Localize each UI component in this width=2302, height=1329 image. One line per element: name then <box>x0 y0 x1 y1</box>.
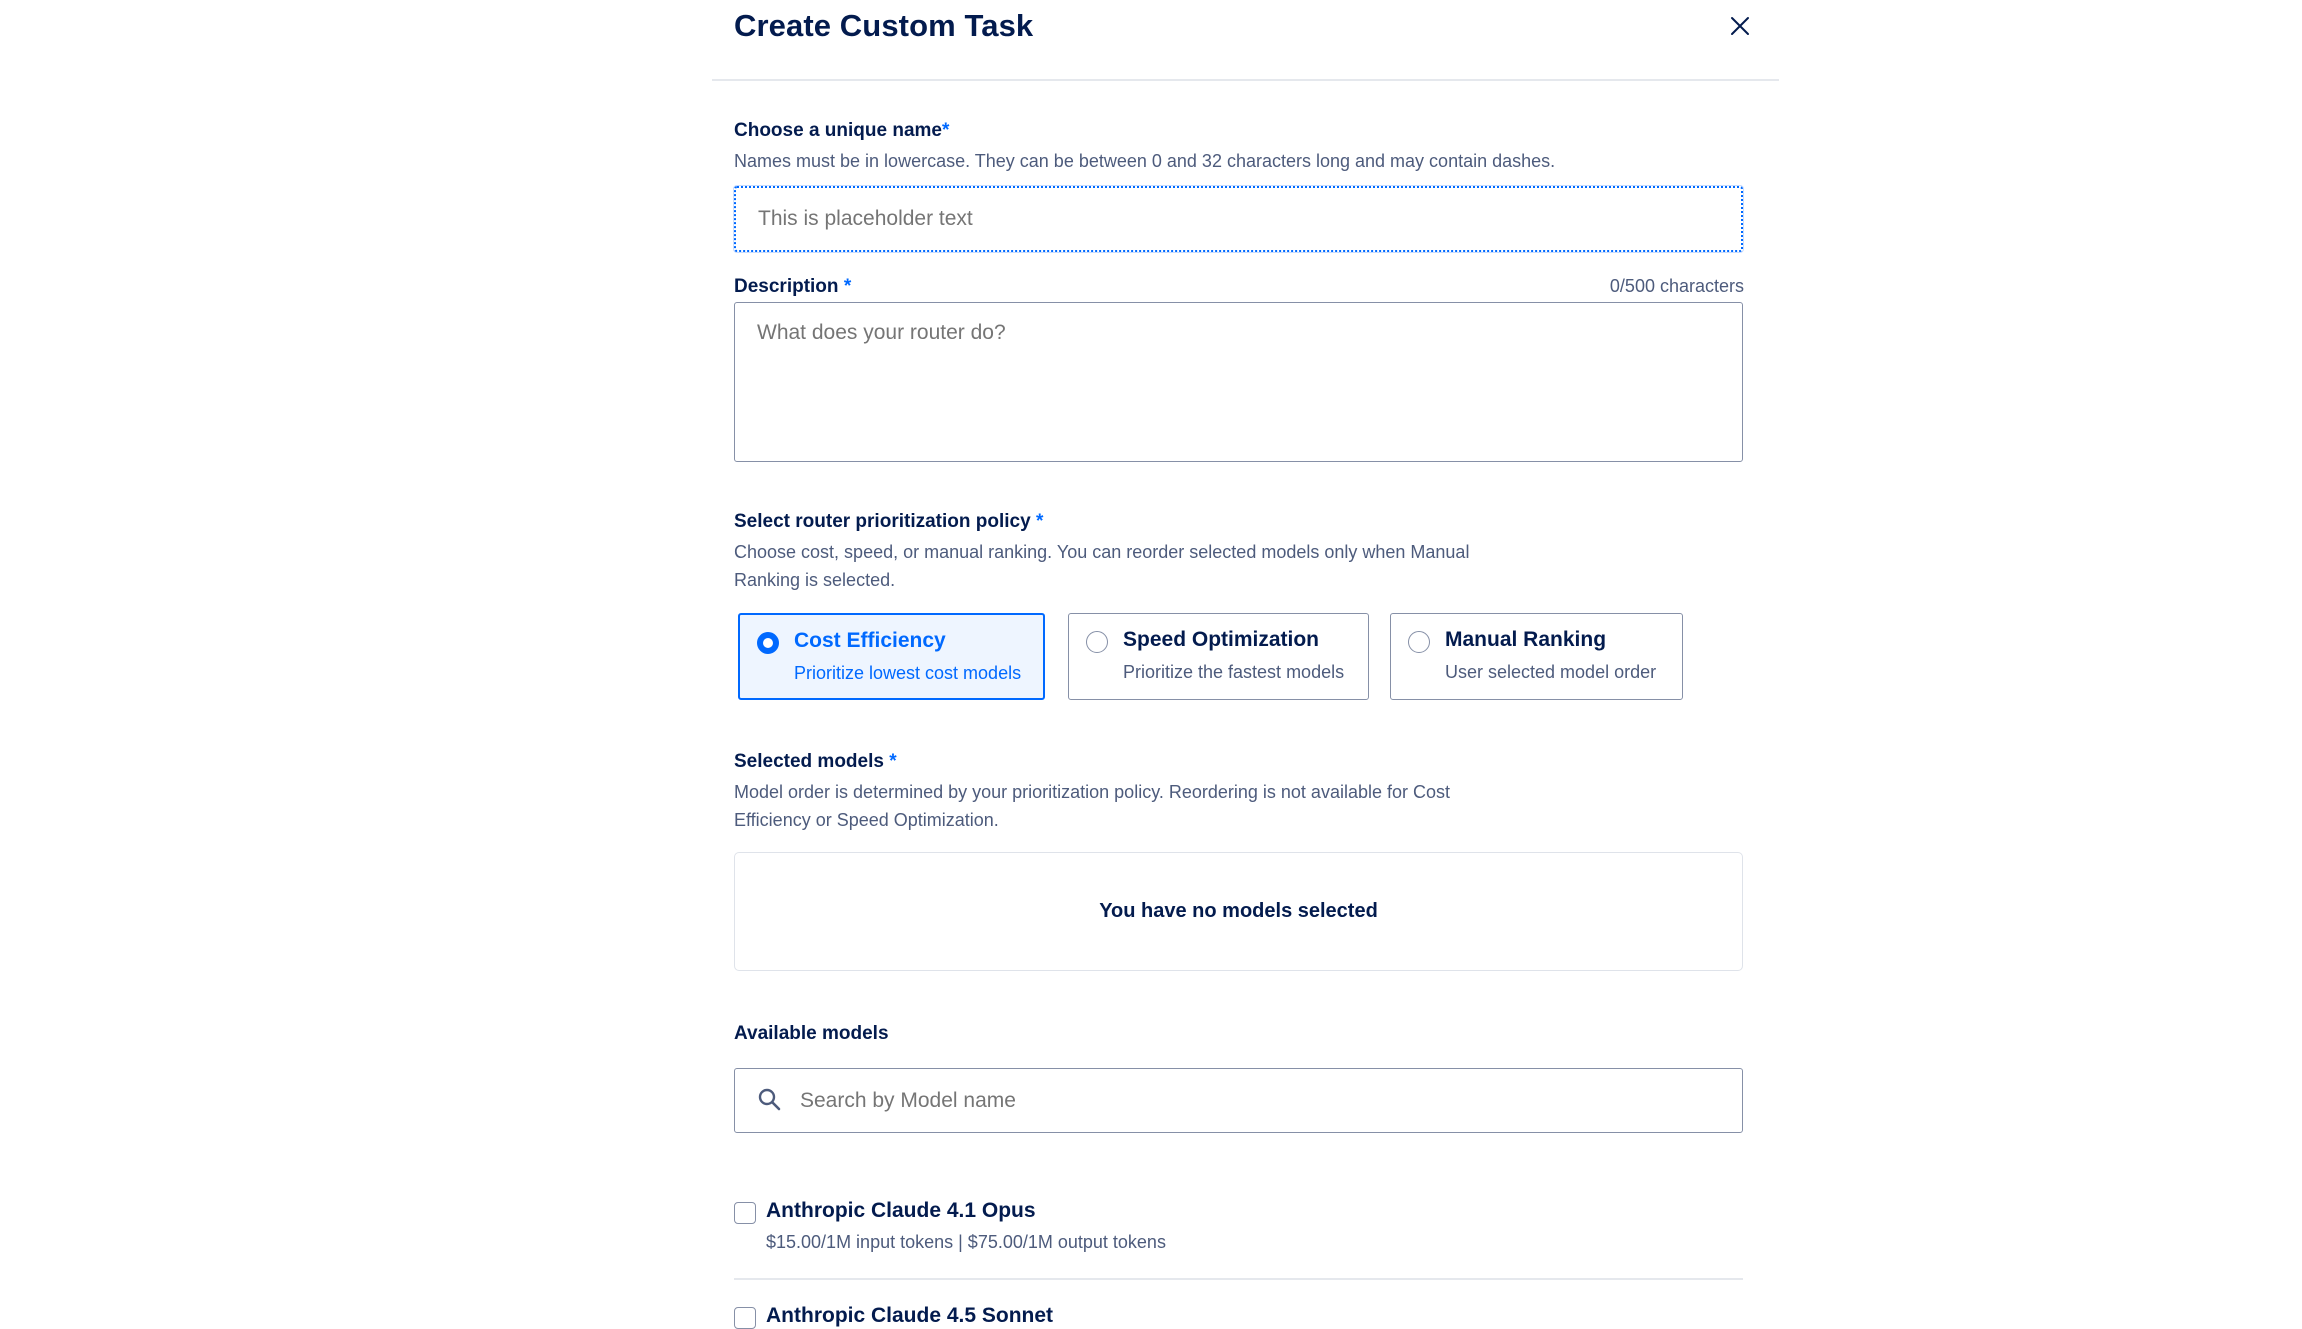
list-divider <box>734 1278 1743 1280</box>
search-icon <box>757 1087 783 1113</box>
policy-option-subtitle: Prioritize lowest cost models <box>794 663 1022 683</box>
model-name: Anthropic Claude 4.5 Sonnet <box>766 1304 1054 1327</box>
available-models-label: Available models <box>734 1023 889 1044</box>
policy-help-line2: Ranking is selected. <box>734 570 896 590</box>
policy-help-line1: Choose cost, speed, or manual ranking. Y… <box>734 542 1470 562</box>
model-search-input[interactable] <box>800 1088 1700 1113</box>
policy-label: Select router prioritization policy * <box>734 511 1043 533</box>
policy-option-cost-efficiency[interactable]: Cost Efficiency Prioritize lowest cost m… <box>738 613 1045 700</box>
radio-unselected-icon[interactable] <box>1408 631 1430 653</box>
required-mark: * <box>941 120 950 141</box>
description-char-count: 0/500 characters <box>1609 276 1744 296</box>
modal-title: Create Custom Task <box>734 8 1034 43</box>
create-custom-task-modal: Create Custom Task Choose a unique name*… <box>712 0 1779 1329</box>
model-checkbox[interactable] <box>734 1307 756 1329</box>
policy-option-title: Speed Optimization <box>1123 628 1320 651</box>
selected-models-label: Selected models * <box>734 751 897 773</box>
policy-option-subtitle: User selected model order <box>1445 662 1657 682</box>
selected-models-help-line1: Model order is determined by your priori… <box>734 782 1451 802</box>
model-name: Anthropic Claude 4.1 Opus <box>766 1199 1036 1222</box>
name-input[interactable] <box>734 186 1743 252</box>
model-checkbox[interactable] <box>734 1202 756 1224</box>
description-textarea[interactable] <box>734 302 1743 462</box>
policy-option-manual-ranking[interactable]: Manual Ranking User selected model order <box>1390 613 1683 700</box>
name-help-text: Names must be in lowercase. They can be … <box>734 151 1556 171</box>
selected-models-label-text: Selected models <box>734 751 884 772</box>
modal-header: Create Custom Task <box>712 0 1779 81</box>
model-price: $15.00/1M input tokens | $75.00/1M outpu… <box>766 1232 1166 1252</box>
close-icon <box>1731 17 1749 35</box>
description-label-text: Description <box>734 276 839 297</box>
policy-option-speed-optimization[interactable]: Speed Optimization Prioritize the fastes… <box>1068 613 1369 700</box>
policy-option-title: Cost Efficiency <box>794 629 946 652</box>
name-label: Choose a unique name* <box>734 120 949 142</box>
close-button[interactable] <box>1725 11 1755 41</box>
policy-option-title: Manual Ranking <box>1445 628 1607 651</box>
model-search-box[interactable] <box>734 1068 1743 1133</box>
radio-unselected-icon[interactable] <box>1086 631 1108 653</box>
name-label-text: Choose a unique name <box>734 120 942 141</box>
selected-models-help-line2: Efficiency or Speed Optimization. <box>734 810 999 830</box>
selected-models-empty-state: You have no models selected <box>734 852 1743 971</box>
description-label: Description * <box>734 276 851 298</box>
required-mark: * <box>1035 511 1044 532</box>
empty-state-text: You have no models selected <box>1099 900 1378 922</box>
policy-option-subtitle: Prioritize the fastest models <box>1123 662 1345 682</box>
required-mark: * <box>843 276 852 297</box>
radio-selected-icon[interactable] <box>757 632 779 654</box>
policy-label-text: Select router prioritization policy <box>734 511 1031 532</box>
required-mark: * <box>889 751 897 772</box>
